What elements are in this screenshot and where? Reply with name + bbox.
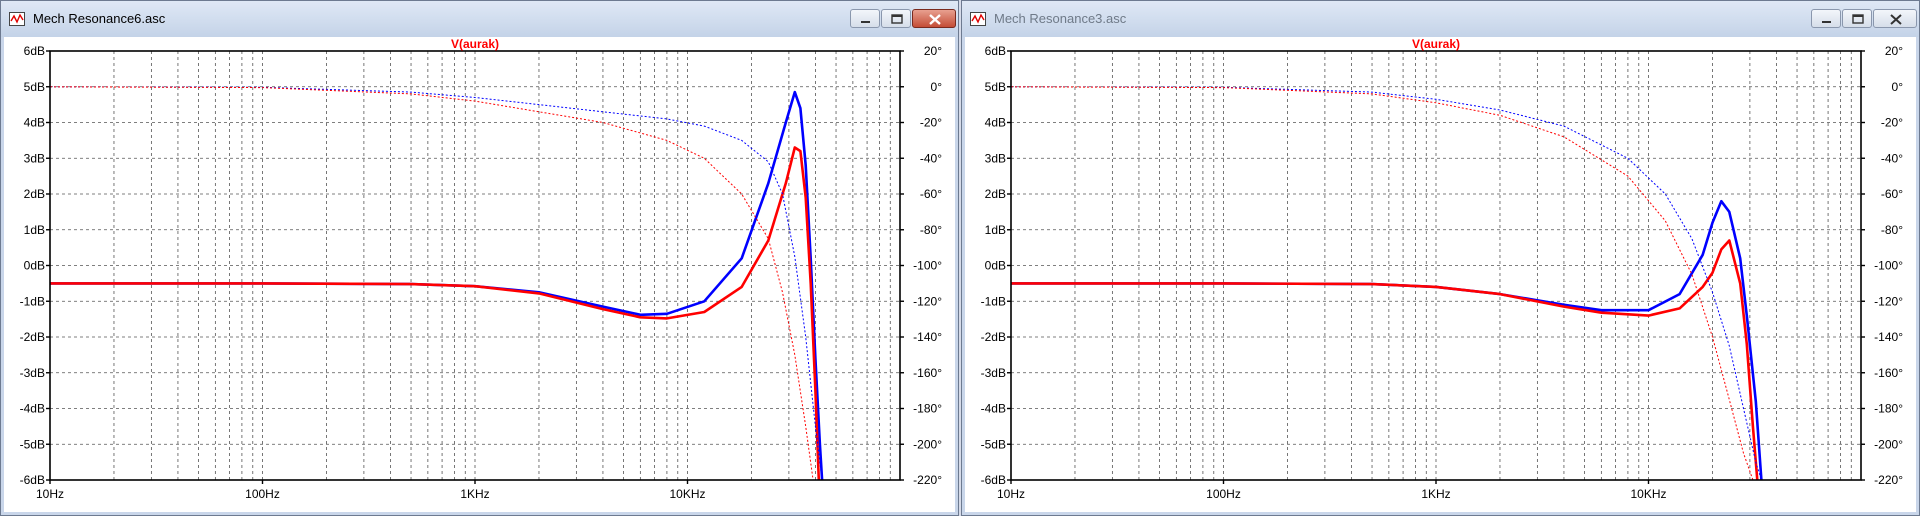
y-left-tick-label: 1dB [985, 223, 1006, 237]
y-left-tick-label: -5dB [20, 437, 45, 451]
plot-window-left: Mech Resonance6.asc 6dB 5dB 4dB 3dB 2dB 1dB 0d… [0, 0, 959, 516]
magnitude-series-red [50, 146, 821, 480]
y-right-tick-label: -200° [913, 437, 942, 451]
y-left-tick-label: -5dB [981, 437, 1006, 451]
x-tick-label: 100Hz [245, 487, 280, 501]
y-left-tick-label: 4dB [985, 116, 1006, 130]
y-right-tick-label: -220° [913, 473, 942, 487]
y-left-tick-label: -1dB [981, 294, 1006, 308]
y-left-tick-label: -4dB [981, 402, 1006, 416]
y-left-tick-label: -1dB [20, 294, 45, 308]
y-right-tick-label: -120° [1874, 294, 1903, 308]
chart-title: V(aurak) [1412, 37, 1460, 51]
y-right-tick-label: -20° [920, 116, 942, 130]
window-titlebar[interactable]: Mech Resonance3.asc [962, 1, 1919, 37]
bode-plot-chart[interactable]: 6dB 5dB 4dB 3dB 2dB 1dB 0dB -1dB -2dB -3dB -4dB -5d… [4, 37, 955, 514]
y-right-tick-label: -60° [920, 187, 942, 201]
plot-area[interactable]: 6dB 5dB 4dB 3dB 2dB 1dB 0dB -1dB -2dB -3dB -4dB -5d… [4, 37, 955, 512]
window-title: Mech Resonance6.asc [33, 11, 166, 26]
x-tick-label: 10KHz [669, 487, 705, 501]
y-right-tick-label: -200° [1874, 437, 1903, 451]
minimize-button[interactable] [850, 9, 880, 28]
y-left-tick-label: 2dB [985, 187, 1006, 201]
y-left-tick-label: 5dB [24, 80, 45, 94]
y-right-tick-label: -160° [913, 366, 942, 380]
y-left-tick-label: 4dB [24, 116, 45, 130]
x-tick-label: 10Hz [36, 487, 64, 501]
y-right-tick-label: -140° [913, 330, 942, 344]
waveform-icon [970, 12, 986, 26]
x-tick-label: 10KHz [1630, 487, 1666, 501]
maximize-button[interactable] [881, 9, 911, 28]
y-left-tick-label: 3dB [985, 151, 1006, 165]
y-left-tick-label: 3dB [24, 151, 45, 165]
y-left-tick-label: -3dB [20, 366, 45, 380]
y-right-tick-label: -80° [1881, 223, 1903, 237]
y-right-tick-label: -120° [913, 294, 942, 308]
y-right-tick-label: 20° [924, 44, 942, 58]
y-right-tick-label: -100° [913, 259, 942, 273]
y-left-tick-label: -2dB [20, 330, 45, 344]
x-tick-label: 1KHz [1421, 487, 1450, 501]
y-left-tick-label: 6dB [24, 44, 45, 58]
minimize-icon [1822, 21, 1831, 23]
y-left-tick-label: -6dB [981, 473, 1006, 487]
y-left-tick-label: 0dB [985, 259, 1006, 273]
x-tick-label: 100Hz [1206, 487, 1241, 501]
maximize-button[interactable] [1842, 9, 1872, 28]
y-left-tick-label: -2dB [981, 330, 1006, 344]
y-right-tick-label: -60° [1881, 187, 1903, 201]
y-right-tick-label: 0° [1892, 80, 1904, 94]
x-tick-label: 10Hz [997, 487, 1025, 501]
y-right-tick-label: -160° [1874, 366, 1903, 380]
close-icon [1890, 14, 1902, 25]
y-left-tick-label: -4dB [20, 402, 45, 416]
y-right-tick-label: -180° [1874, 402, 1903, 416]
y-right-tick-label: 20° [1885, 44, 1903, 58]
y-left-tick-label: -3dB [981, 366, 1006, 380]
y-left-tick-label: 2dB [24, 187, 45, 201]
y-right-tick-label: -100° [1874, 259, 1903, 273]
maximize-icon [1852, 14, 1864, 24]
y-right-tick-label: -180° [913, 402, 942, 416]
y-left-tick-label: -6dB [20, 473, 45, 487]
x-tick-label: 1KHz [460, 487, 489, 501]
window-title: Mech Resonance3.asc [994, 11, 1127, 26]
chart-title: V(aurak) [451, 37, 499, 51]
maximize-icon [891, 14, 903, 24]
y-left-tick-label: 5dB [985, 80, 1006, 94]
y-left-tick-label: 1dB [24, 223, 45, 237]
plot-window-right: Mech Resonance3.asc 6dB 5dB 4dB 3dB 2dB 1dB 0d… [961, 0, 1920, 516]
y-left-tick-label: 0dB [24, 259, 45, 273]
waveform-icon [9, 12, 25, 26]
y-right-tick-label: -80° [920, 223, 942, 237]
close-button[interactable] [1873, 9, 1917, 28]
minimize-icon [861, 21, 870, 23]
y-left-tick-label: 6dB [985, 44, 1006, 58]
close-button[interactable] [912, 9, 956, 28]
minimize-button[interactable] [1811, 9, 1841, 28]
y-right-tick-label: 0° [931, 80, 943, 94]
window-titlebar[interactable]: Mech Resonance6.asc [1, 1, 958, 37]
y-right-tick-label: -40° [920, 151, 942, 165]
close-icon [929, 14, 941, 25]
y-right-tick-label: -140° [1874, 330, 1903, 344]
y-right-tick-label: -220° [1874, 473, 1903, 487]
y-right-tick-label: -40° [1881, 151, 1903, 165]
plot-area[interactable]: 6dB 5dB 4dB 3dB 2dB 1dB 0dB -1dB -2dB -3dB -4dB -5d… [965, 37, 1916, 512]
y-right-tick-label: -20° [1881, 116, 1903, 130]
bode-plot-chart[interactable]: 6dB 5dB 4dB 3dB 2dB 1dB 0dB -1dB -2dB -3dB -4dB -5d… [965, 37, 1916, 514]
